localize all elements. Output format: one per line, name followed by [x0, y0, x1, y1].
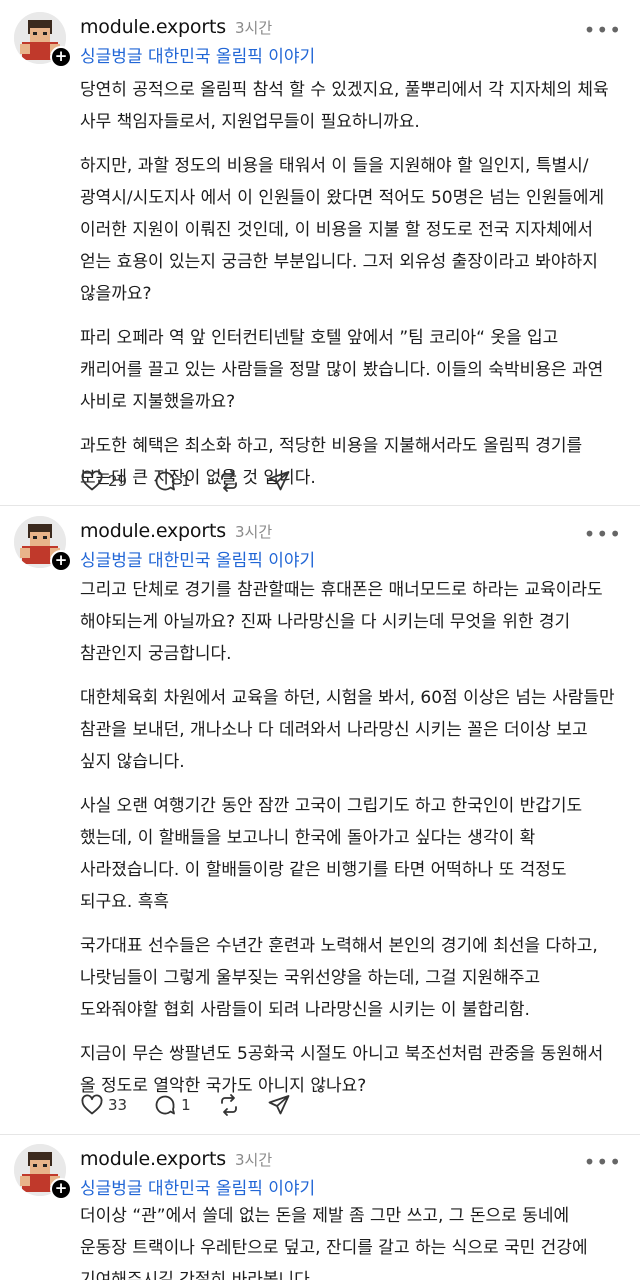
share-icon — [268, 1095, 290, 1115]
repost-button[interactable] — [217, 1093, 241, 1117]
avatar[interactable]: + — [14, 12, 72, 68]
username[interactable]: module.exports — [80, 16, 226, 38]
post-paragraph: 국가대표 선수들은 수년간 훈련과 노력해서 본인의 경기에 최선을 다하고, … — [80, 936, 598, 1020]
avatar[interactable]: + — [14, 1144, 72, 1200]
repost-icon — [220, 1094, 237, 1116]
repost-button[interactable] — [217, 469, 241, 493]
follow-plus-icon[interactable]: + — [50, 46, 72, 68]
avatar[interactable]: + — [14, 516, 72, 572]
heart-icon — [81, 470, 103, 491]
repost-icon — [220, 470, 237, 492]
post-paragraph: 하지만, 과할 정도의 비용을 태워서 이 들을 지원해야 할 일인지, 특별시… — [80, 156, 605, 304]
post: + module.exports 3시간 ••• 싱글벙글 대한민국 올림픽 이… — [0, 8, 640, 508]
more-icon[interactable]: ••• — [584, 1150, 622, 1174]
post-actions: 33 1 — [80, 1092, 317, 1118]
username[interactable]: module.exports — [80, 1148, 226, 1170]
post-paragraph: 그리고 단체로 경기를 참관할때는 휴대폰은 매너모드로 하라는 교육이라도 해… — [80, 580, 603, 664]
comment-icon — [155, 1095, 175, 1115]
share-icon — [268, 471, 290, 491]
share-button[interactable] — [267, 469, 291, 493]
post-paragraph: 대한체육회 차원에서 교육을 하던, 시험을 봐서, 60점 이상은 넘는 사람… — [80, 688, 615, 772]
heart-icon — [81, 1094, 103, 1115]
post-divider — [0, 505, 640, 506]
reply-button[interactable]: 1 — [153, 469, 191, 493]
post-divider — [0, 1134, 640, 1135]
post-header: module.exports 3시간 — [80, 1148, 272, 1174]
post-paragraph: 당연히 공적으로 올림픽 참석 할 수 있겠지요, 풀뿌리에서 각 지자체의 체… — [80, 80, 609, 132]
post-paragraph: 사실 오랜 여행기간 동안 잠깐 고국이 그립기도 하고 한국인이 반갑기도 했… — [80, 796, 583, 912]
reply-count: 1 — [181, 1096, 191, 1114]
post-body: 당연히 공적으로 올림픽 참석 할 수 있겠지요, 풀뿌리에서 각 지자체의 체… — [80, 74, 620, 506]
like-button[interactable]: 33 — [80, 1093, 127, 1117]
share-button[interactable] — [267, 1093, 291, 1117]
post-body: 그리고 단체로 경기를 참관할때는 휴대폰은 매너모드로 하라는 교육이라도 해… — [80, 574, 620, 1114]
post-actions: 29 1 — [80, 468, 317, 494]
follow-plus-icon[interactable]: + — [50, 1178, 72, 1200]
community-link[interactable]: 싱글벙글 대한민국 올림픽 이야기 — [80, 1174, 315, 1199]
like-count: 29 — [108, 472, 128, 490]
reply-button[interactable]: 1 — [153, 1093, 191, 1117]
more-icon[interactable]: ••• — [584, 522, 622, 546]
post: + module.exports 3시간 ••• 싱글벙글 대한민국 올림픽 이… — [0, 512, 640, 1136]
timestamp: 3시간 — [234, 1151, 273, 1169]
post-paragraph: 더이상 “관”에서 쓸데 없는 돈을 제발 좀 그만 쓰고, 그 돈으로 동네에… — [80, 1206, 588, 1280]
more-icon[interactable]: ••• — [584, 18, 622, 42]
username[interactable]: module.exports — [80, 520, 226, 542]
post-header: module.exports 3시간 — [80, 520, 272, 546]
reply-count: 1 — [181, 472, 191, 490]
timestamp: 3시간 — [234, 19, 273, 37]
post-paragraph: 파리 오페라 역 앞 인터컨티넨탈 호텔 앞에서 ”팀 코리아“ 옷을 입고 캐… — [80, 328, 604, 412]
timestamp: 3시간 — [234, 523, 273, 541]
thread-feed: + module.exports 3시간 ••• 싱글벙글 대한민국 올림픽 이… — [0, 0, 640, 1280]
follow-plus-icon[interactable]: + — [50, 550, 72, 572]
community-link[interactable]: 싱글벙글 대한민국 올림픽 이야기 — [80, 42, 315, 67]
post-body: 더이상 “관”에서 쓸데 없는 돈을 제발 좀 그만 쓰고, 그 돈으로 동네에… — [80, 1200, 620, 1280]
like-button[interactable]: 29 — [80, 469, 127, 493]
community-link[interactable]: 싱글벙글 대한민국 올림픽 이야기 — [80, 546, 315, 571]
post: + module.exports 3시간 ••• 싱글벙글 대한민국 올림픽 이… — [0, 1140, 640, 1280]
like-count: 33 — [108, 1096, 128, 1114]
post-header: module.exports 3시간 — [80, 16, 272, 42]
comment-icon — [155, 471, 175, 491]
